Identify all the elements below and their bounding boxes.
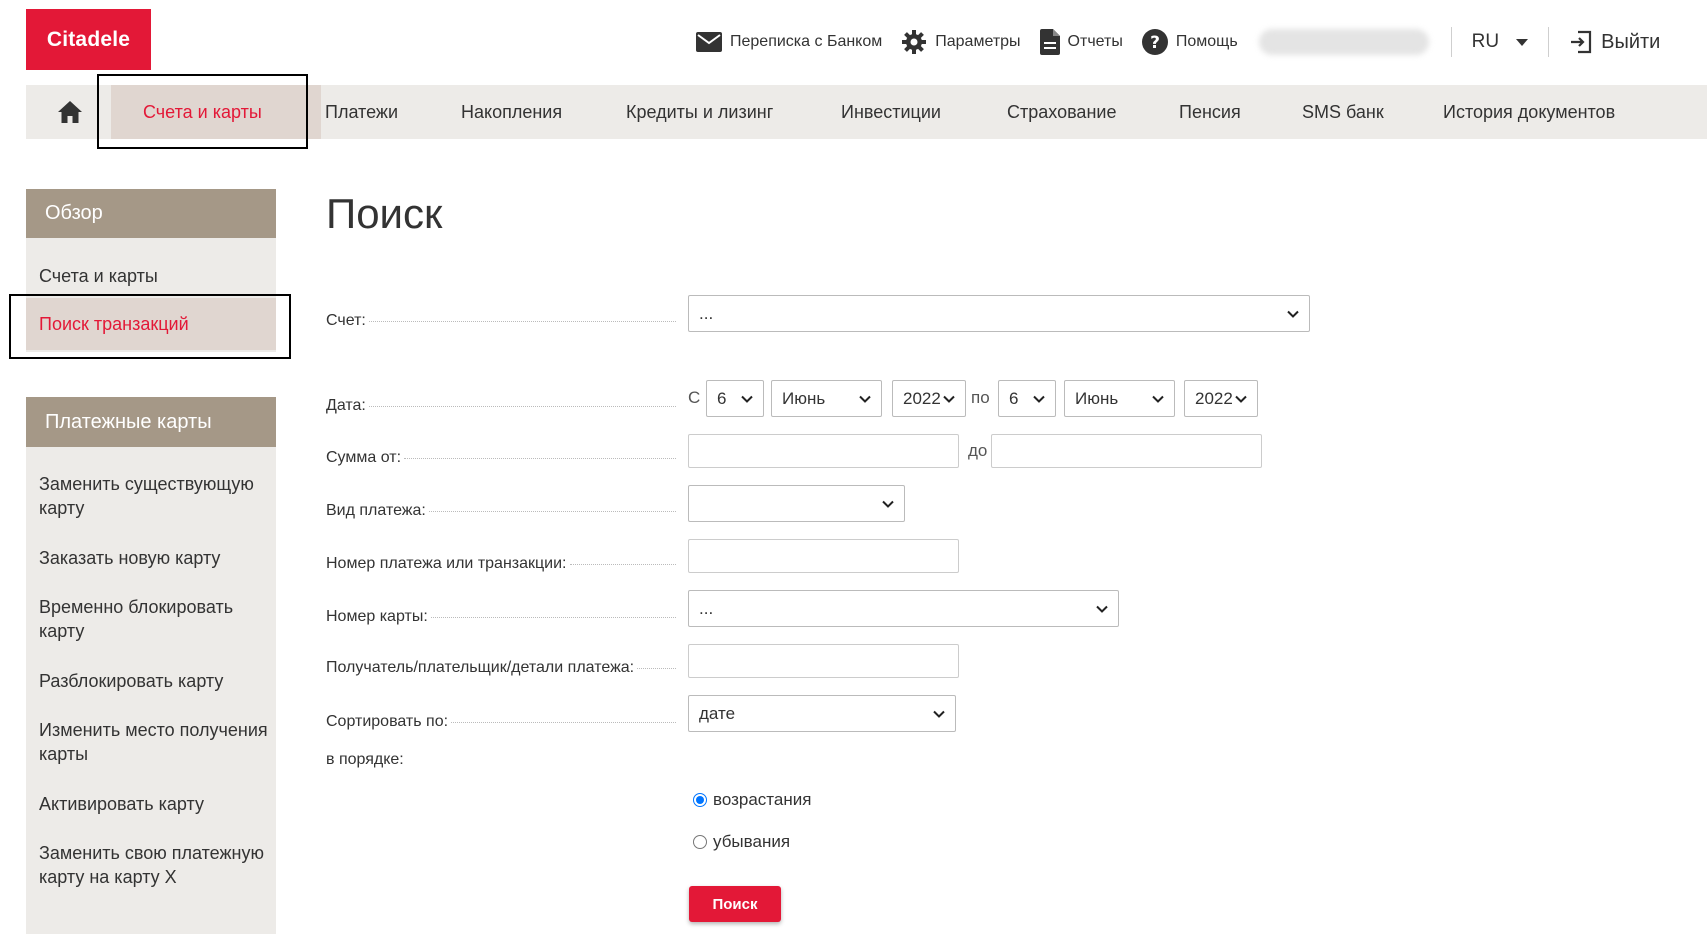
payment-number-label: Номер платежа или транзакции: <box>326 555 676 573</box>
sidebar-header-payment-cards: Платежные карты <box>26 397 276 447</box>
nav-investments[interactable]: Инвестиции <box>841 85 941 139</box>
card-number-select[interactable]: ... <box>688 590 1119 627</box>
nav-payments[interactable]: Платежи <box>325 85 398 139</box>
chevron-down-icon <box>1096 605 1108 613</box>
caret-down-icon <box>1516 38 1529 46</box>
radio-unselected-icon <box>693 835 707 849</box>
date-to-day-value: 6 <box>1009 388 1019 408</box>
logout-button[interactable]: Выйти <box>1549 30 1660 54</box>
account-label: Счет: <box>326 312 676 330</box>
amount-to-input[interactable] <box>991 434 1262 468</box>
payment-number-input[interactable] <box>688 539 959 573</box>
help-icon: ? <box>1141 29 1168 55</box>
nav-loans-leasing[interactable]: Кредиты и лизинг <box>626 85 773 139</box>
language-selector[interactable]: RU <box>1452 31 1548 53</box>
sidebar-item-change-pickup[interactable]: Изменить место получения карты <box>39 718 269 766</box>
sort-label: Сортировать по: <box>326 713 676 731</box>
date-to-year-value: 2022 <box>1195 388 1233 408</box>
logout-label: Выйти <box>1601 30 1661 53</box>
messages-label: Переписка с Банком <box>730 33 883 50</box>
date-to-year-select[interactable]: 2022 <box>1184 380 1258 417</box>
date-to-prefix: по <box>971 388 990 407</box>
date-from-day-value: 6 <box>717 388 727 408</box>
chevron-down-icon <box>882 500 894 508</box>
amount-from-input[interactable] <box>688 434 959 468</box>
order-desc-label: убывания <box>713 832 791 851</box>
payment-type-label: Вид платежа: <box>326 502 676 520</box>
sort-select-value: дате <box>699 703 736 723</box>
svg-text:?: ? <box>1150 33 1160 53</box>
order-desc-radio[interactable]: убывания <box>693 832 790 852</box>
sidebar-cards-panel: Заменить существующую карту Заказать нов… <box>26 447 276 934</box>
sort-select[interactable]: дате <box>688 695 956 732</box>
citadele-logo[interactable]: Citadele <box>26 9 151 70</box>
date-from-year-select[interactable]: 2022 <box>892 380 966 417</box>
settings-link[interactable]: Параметры <box>901 29 1021 55</box>
language-label: RU <box>1471 31 1500 52</box>
date-to-month-select[interactable]: Июнь <box>1064 380 1175 417</box>
help-link[interactable]: ? Помощь <box>1141 29 1238 55</box>
card-number-value: ... <box>699 598 714 618</box>
chevron-down-icon <box>741 395 753 403</box>
main-navigation: Счета и карты Платежи Накопления Кредиты… <box>26 85 1707 139</box>
user-name-blurred <box>1258 29 1429 55</box>
envelope-icon <box>696 32 722 52</box>
gear-icon <box>902 30 927 54</box>
chevron-down-icon <box>1152 395 1164 403</box>
top-utility-bar: Переписка с Банком Параметры Отчеты ? По… <box>696 22 1660 62</box>
amount-to-prefix: до <box>968 441 988 460</box>
logout-icon <box>1571 30 1592 54</box>
sidebar-item-order-card[interactable]: Заказать новую карту <box>39 546 269 570</box>
account-select-value: ... <box>699 303 714 323</box>
settings-label: Параметры <box>935 33 1021 50</box>
home-icon[interactable] <box>56 98 84 126</box>
nav-document-history[interactable]: История документов <box>1443 85 1615 139</box>
chevron-down-icon <box>933 710 945 718</box>
sidebar-item-accounts-cards[interactable]: Счета и карты <box>39 264 269 288</box>
nav-pension[interactable]: Пенсия <box>1179 85 1241 139</box>
nav-sms-bank[interactable]: SMS банк <box>1302 85 1384 139</box>
document-icon <box>1039 29 1060 55</box>
counterparty-label: Получатель/плательщик/детали платежа: <box>326 659 676 677</box>
payment-type-select[interactable] <box>688 485 905 522</box>
amount-label: Сумма от: <box>326 449 676 467</box>
search-button[interactable]: Поиск <box>689 886 781 922</box>
counterparty-input[interactable] <box>688 644 959 678</box>
messages-link[interactable]: Переписка с Банком <box>696 32 882 52</box>
sidebar-header-overview: Обзор <box>26 189 276 238</box>
order-label: в порядке: <box>326 751 404 768</box>
sidebar-item-transaction-search[interactable]: Поиск транзакций <box>39 312 269 336</box>
reports-label: Отчеты <box>1067 33 1123 50</box>
date-from-month-value: Июнь <box>782 388 826 408</box>
sidebar-item-block-card[interactable]: Временно блокировать карту <box>39 595 269 643</box>
sidebar-item-unblock-card[interactable]: Разблокировать карту <box>39 669 269 693</box>
chevron-down-icon <box>1033 395 1045 403</box>
nav-accounts-cards[interactable]: Счета и карты <box>143 85 262 139</box>
chevron-down-icon <box>943 395 955 403</box>
date-to-month-value: Июнь <box>1075 388 1119 408</box>
date-to-day-select[interactable]: 6 <box>998 380 1056 417</box>
nav-savings[interactable]: Накопления <box>461 85 562 139</box>
chevron-down-icon <box>1287 310 1299 318</box>
radio-selected-icon <box>693 793 707 807</box>
date-from-year-value: 2022 <box>903 388 941 408</box>
date-label: Дата: <box>326 397 676 415</box>
date-from-prefix: С <box>688 388 701 407</box>
sidebar-item-replace-card[interactable]: Заменить существующую карту <box>39 472 269 520</box>
nav-insurance[interactable]: Страхование <box>1007 85 1116 139</box>
chevron-down-icon <box>1235 395 1247 403</box>
sidebar-item-card-x[interactable]: Заменить свою платежную карту на карту X <box>39 841 269 889</box>
order-asc-label: возрастания <box>713 790 812 809</box>
date-from-day-select[interactable]: 6 <box>706 380 764 417</box>
date-from-month-select[interactable]: Июнь <box>771 380 882 417</box>
sidebar-item-activate-card[interactable]: Активировать карту <box>39 792 269 816</box>
chevron-down-icon <box>859 395 871 403</box>
card-number-label: Номер карты: <box>326 608 676 626</box>
order-asc-radio[interactable]: возрастания <box>693 790 811 810</box>
help-label: Помощь <box>1175 33 1238 50</box>
page-title: Поиск <box>326 190 443 237</box>
account-select[interactable]: ... <box>688 295 1310 332</box>
reports-link[interactable]: Отчеты <box>1039 29 1123 55</box>
